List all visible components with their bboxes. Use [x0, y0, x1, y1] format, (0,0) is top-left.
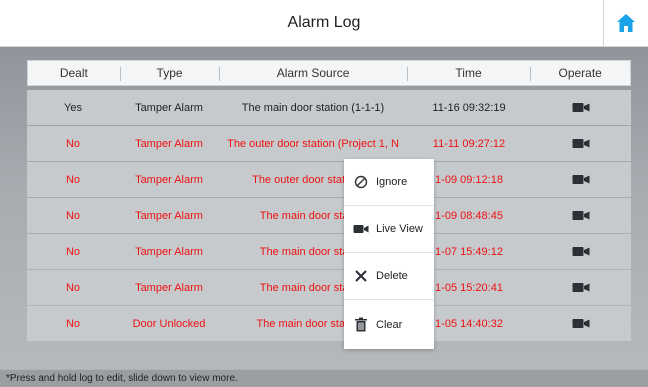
cell-dealt: No [65, 137, 81, 150]
menu-item-label: Live View [376, 223, 423, 235]
menu-item-label: Clear [376, 318, 403, 331]
camera-icon [572, 319, 590, 328]
camera-icon [572, 139, 590, 148]
alarm-log-table: Dealt Type Alarm Source Time Operate Yes… [27, 60, 631, 342]
cell-type: Tamper Alarm [135, 281, 203, 294]
cell-type: Tamper Alarm [135, 101, 203, 114]
cell-dealt: No [65, 245, 81, 258]
cell-type: Tamper Alarm [135, 209, 203, 222]
table-row[interactable]: No Tamper Alarm The main door station 1-09 … [27, 198, 631, 233]
cell-time: 11-11 09:27:12 [432, 137, 506, 150]
cell-type: Door Unlocked [132, 317, 206, 330]
cell-dealt: No [65, 281, 81, 294]
operate-live-view-button[interactable] [531, 162, 631, 197]
alarm-log-panel: Dealt Type Alarm Source Time Operate Yes… [0, 47, 648, 386]
menu-item-clear[interactable]: Clear [344, 300, 434, 349]
camera-icon [572, 103, 590, 112]
camera-icon [572, 247, 590, 256]
home-button[interactable] [603, 0, 648, 46]
table-row[interactable]: Yes Tamper Alarm The main door station (1-… [27, 90, 631, 125]
operate-live-view-button[interactable] [531, 306, 631, 341]
table-row[interactable]: No Door Unlocked The main door station (1-… [27, 306, 631, 341]
cell-dealt: No [65, 209, 81, 222]
cell-dealt: No [65, 317, 81, 330]
column-header-time: Time [406, 61, 531, 85]
table-row[interactable]: No Tamper Alarm The outer door station (Pr… [27, 126, 631, 161]
cell-dealt: Yes [64, 101, 82, 114]
menu-item-delete[interactable]: Delete [344, 253, 434, 300]
operate-live-view-button[interactable] [531, 198, 631, 233]
cell-dealt: No [65, 173, 81, 186]
delete-x-icon [352, 269, 370, 283]
title-bar: Alarm Log [0, 0, 648, 47]
operate-live-view-button[interactable] [531, 234, 631, 269]
column-header-type: Type [119, 61, 220, 85]
table-header: Dealt Type Alarm Source Time Operate [27, 60, 631, 86]
camera-icon [572, 175, 590, 184]
column-header-dealt: Dealt [59, 66, 88, 80]
ignore-icon [352, 175, 370, 189]
operate-live-view-button[interactable] [531, 90, 631, 125]
cell-type: Tamper Alarm [135, 137, 203, 150]
home-icon [617, 14, 635, 32]
table-row[interactable]: No Tamper Alarm The outer door station (P 1… [27, 162, 631, 197]
column-header-alarm-source: Alarm Source [219, 61, 406, 85]
cell-type: Tamper Alarm [135, 245, 203, 258]
camera-icon [572, 283, 590, 292]
menu-item-label: Delete [376, 270, 408, 282]
operate-live-view-button[interactable] [531, 270, 631, 305]
cell-alarm-source: The main door station (1-1-1) [241, 101, 385, 114]
menu-item-label: Ignore [376, 176, 408, 188]
operate-live-view-button[interactable] [531, 126, 631, 161]
cell-time: 11-16 09:32:19 [432, 101, 506, 114]
page-title: Alarm Log [287, 14, 361, 31]
table-row[interactable]: No Tamper Alarm The main door station 1-05 … [27, 270, 631, 305]
footer-hint: *Press and hold log to edit, slide down … [0, 369, 648, 386]
table-row[interactable]: No Tamper Alarm The main door station 1-07 … [27, 234, 631, 269]
camera-icon [572, 211, 590, 220]
column-header-operate: Operate [530, 61, 630, 85]
context-menu: Ignore Live View Delete Clear [344, 159, 434, 349]
menu-item-ignore[interactable]: Ignore [344, 159, 434, 206]
menu-item-live-view[interactable]: Live View [344, 206, 434, 253]
cell-alarm-source: The outer door station (Project 1, N [227, 137, 399, 150]
trash-icon [352, 317, 370, 332]
cell-type: Tamper Alarm [135, 173, 203, 186]
camera-icon [352, 223, 370, 235]
table-body: Yes Tamper Alarm The main door station (1-… [27, 90, 631, 341]
